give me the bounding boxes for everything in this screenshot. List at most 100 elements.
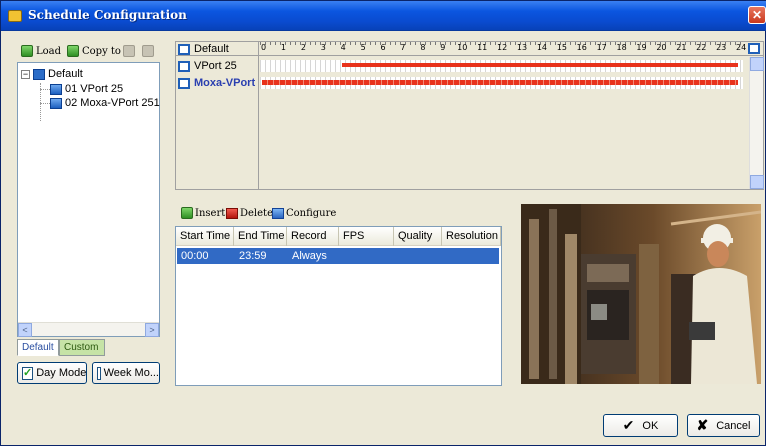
hour-tick: 21 — [676, 43, 687, 52]
grid-row-label[interactable]: Moxa-VPort — [178, 76, 255, 90]
scroll-right-button[interactable]: > — [145, 323, 159, 337]
column-header[interactable]: Quality — [394, 227, 442, 246]
window-title: Schedule Configuration — [28, 8, 187, 22]
title-bar[interactable]: Schedule Configuration ✕ — [1, 1, 766, 31]
tree-node-camera[interactable]: 01 VPort 25 — [50, 82, 123, 96]
ok-label: OK — [642, 419, 659, 432]
column-header[interactable]: End Time — [234, 227, 287, 246]
load-button[interactable]: Load — [21, 43, 61, 59]
day-mode-label: Day Mode — [36, 367, 87, 379]
cell-record: Always — [292, 250, 327, 262]
hour-tick: 23 — [716, 43, 727, 52]
hour-tick: 1 — [280, 43, 286, 52]
cell-resolution — [443, 248, 447, 264]
hour-tick: 2 — [300, 43, 306, 52]
hour-tick: 9 — [440, 43, 446, 52]
day-mode-toggle[interactable]: ✓ Day Mode — [17, 362, 87, 384]
tab-custom[interactable]: Custom — [59, 339, 105, 356]
schedule-grid[interactable]: Default VPort 25 Moxa-VPort 0 1 2 3 4 5 6 7 8 9 10… — [175, 41, 764, 190]
hour-tick: 4 — [340, 43, 346, 52]
grid-header-text: Default — [194, 43, 229, 55]
hour-tick: 22 — [696, 43, 707, 52]
camera-icon — [50, 83, 62, 95]
hour-tick: 19 — [636, 43, 647, 52]
insert-label: Insert — [195, 207, 226, 219]
schedule-bar[interactable] — [262, 80, 738, 85]
delete-label: Delete — [240, 207, 273, 219]
hour-tick: 12 — [497, 43, 508, 52]
hour-tick: 15 — [556, 43, 567, 52]
app-icon — [8, 10, 22, 22]
day-mode-checkbox[interactable]: ✓ — [22, 366, 34, 380]
time-table[interactable]: Start Time End Time Record FPS Quality R… — [175, 226, 502, 386]
scroll-left-button[interactable]: < — [18, 323, 32, 337]
ok-button[interactable]: ✔ OK — [603, 414, 678, 437]
hour-tick: 17 — [596, 43, 607, 52]
move-down-icon[interactable] — [142, 45, 154, 57]
scroll-up-button[interactable] — [750, 57, 764, 71]
camera-row-icon — [178, 77, 190, 89]
tree-horizontal-scrollbar[interactable]: < > — [18, 322, 159, 337]
hour-tick: 8 — [420, 43, 426, 52]
grid-corner-icon — [748, 43, 760, 54]
hour-tick: 13 — [516, 43, 528, 52]
configure-icon — [272, 207, 284, 219]
cancel-icon: ✘ — [696, 417, 709, 433]
cell-quality — [395, 248, 399, 264]
schedule-tree[interactable]: − Default 01 VPort 25 02 Moxa-VPort 251 — [17, 62, 160, 337]
hour-tick: 14 — [536, 43, 548, 52]
table-row[interactable]: 00:00 23:59 Always — [177, 248, 499, 264]
hour-tick: 0 — [261, 43, 267, 52]
week-mode-checkbox[interactable] — [97, 366, 101, 380]
camera-icon — [50, 97, 62, 109]
column-header[interactable]: Resolution — [442, 227, 501, 246]
scroll-down-button[interactable] — [750, 175, 764, 189]
close-button[interactable]: ✕ — [748, 6, 766, 24]
schedule-bar[interactable] — [341, 63, 738, 67]
hour-tick: 6 — [380, 43, 386, 52]
grid-row-label[interactable]: VPort 25 — [178, 59, 237, 73]
configure-button[interactable]: Configure — [272, 206, 336, 220]
column-header[interactable]: Start Time — [176, 227, 234, 246]
tree-node-camera[interactable]: 02 Moxa-VPort 251 — [50, 96, 160, 110]
hour-tick: 16 — [576, 43, 587, 52]
insert-icon — [181, 207, 193, 219]
delete-button[interactable]: Delete — [226, 206, 273, 220]
cancel-label: Cancel — [716, 419, 751, 432]
column-header[interactable]: FPS — [339, 227, 394, 246]
grid-row-name: Moxa-VPort — [194, 77, 256, 89]
week-mode-toggle[interactable]: Week Mo... — [92, 362, 160, 384]
tab-default[interactable]: Default — [17, 339, 59, 356]
tree-node-default[interactable]: − Default — [21, 67, 83, 81]
insert-button[interactable]: Insert — [181, 206, 225, 220]
copy-icon — [67, 45, 79, 57]
schedule-icon — [33, 68, 45, 80]
time-table-header: Start Time End Time Record FPS Quality R… — [176, 227, 501, 246]
tree-node-label: 02 Moxa-VPort 251 — [65, 97, 160, 109]
hour-tick: 24 — [736, 43, 747, 52]
grid-header-label: Default — [178, 42, 229, 56]
check-icon: ✔ — [622, 417, 635, 433]
move-up-icon[interactable] — [123, 45, 135, 57]
hour-tick: 10 — [457, 43, 468, 52]
load-label: Load — [36, 45, 62, 57]
hour-tick: 3 — [320, 43, 326, 52]
tree-node-label: 01 VPort 25 — [65, 83, 124, 95]
camera-row-icon — [178, 60, 190, 72]
hour-tick: 20 — [656, 43, 667, 52]
grid-vertical-scrollbar[interactable] — [749, 57, 764, 189]
delete-icon — [226, 207, 238, 219]
hour-tick: 18 — [616, 43, 627, 52]
cell-end-time: 23:59 — [239, 250, 267, 262]
hour-tick: 7 — [400, 43, 406, 52]
hour-tick: 5 — [360, 43, 366, 52]
collapse-icon[interactable]: − — [21, 69, 30, 79]
tree-connector — [40, 89, 50, 90]
grid-icon — [178, 43, 190, 55]
schedule-configuration-window: Schedule Configuration ✕ Load Copy to − … — [0, 0, 766, 446]
copy-to-button[interactable]: Copy to — [67, 43, 121, 59]
column-header[interactable]: Record — [287, 227, 339, 246]
tree-node-label: Default — [48, 68, 83, 80]
close-icon: ✕ — [751, 8, 763, 22]
cancel-button[interactable]: ✘ Cancel — [687, 414, 760, 437]
